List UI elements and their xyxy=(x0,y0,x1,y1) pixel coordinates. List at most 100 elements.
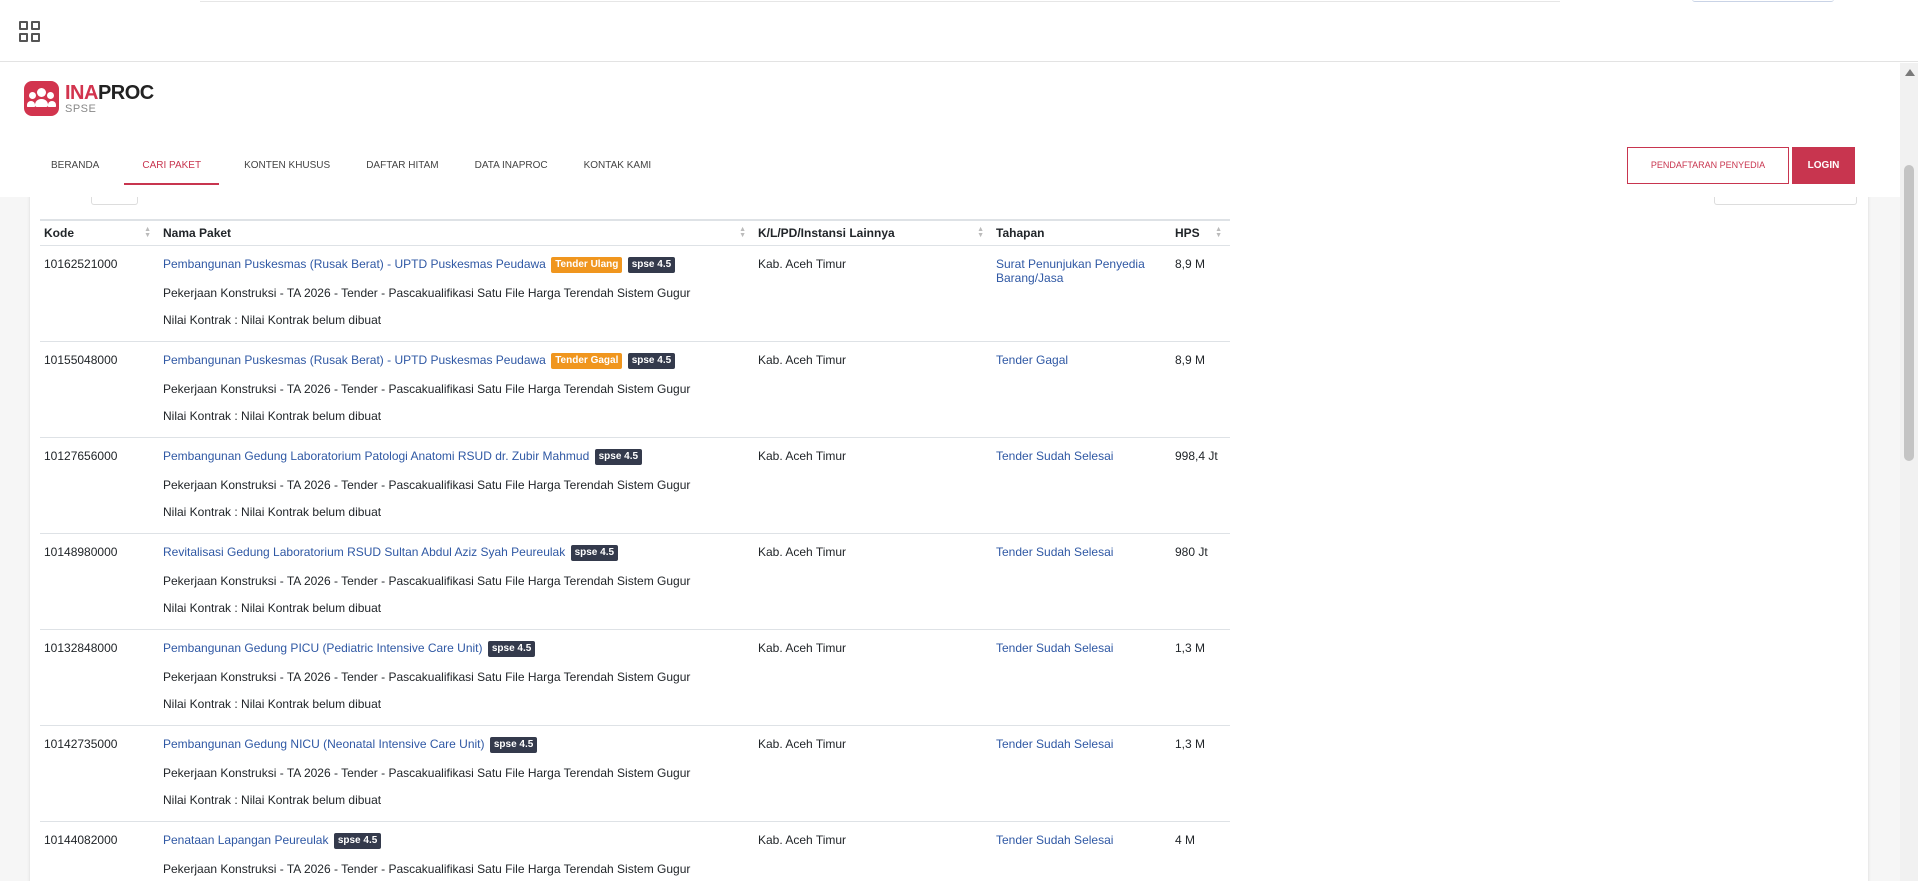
contract-value: Nilai Kontrak : Nilai Kontrak belum dibu… xyxy=(163,696,382,711)
version-badge: spse 4.5 xyxy=(594,448,643,465)
top-search-bar[interactable] xyxy=(200,0,1560,2)
cell-nama-paket: Pembangunan Puskesmas (Rusak Berat) - UP… xyxy=(159,245,754,342)
scroll-up-arrow-icon[interactable] xyxy=(1905,69,1915,76)
cell-hps: 8,9 M xyxy=(1171,245,1230,342)
cell-hps: 1,3 M xyxy=(1171,725,1230,822)
stage-link[interactable]: Tender Sudah Selesai xyxy=(996,545,1113,559)
cell-kode: 10127656000 xyxy=(40,437,159,534)
cell-kode: 10144082000 xyxy=(40,821,159,881)
contract-value: Nilai Kontrak : Nilai Kontrak belum dibu… xyxy=(163,504,382,519)
cell-hps: 4 M xyxy=(1171,821,1230,881)
version-badge: spse 4.5 xyxy=(487,640,536,657)
table-row: 10142735000 Pembangunan Gedung NICU (Neon… xyxy=(40,725,1230,822)
sort-icon: ▲ ▼ xyxy=(977,226,984,239)
logo-subtitle: SPSE xyxy=(65,102,97,115)
package-detail: Pekerjaan Konstruksi - TA 2026 - Tender … xyxy=(163,477,691,492)
cell-hps: 8,9 M xyxy=(1171,341,1230,438)
nav-beranda[interactable]: BERANDA xyxy=(40,148,110,185)
package-name-link[interactable]: Pembangunan Gedung NICU (Neonatal Intens… xyxy=(163,737,485,751)
header-nama-paket[interactable]: Nama Paket ▲ ▼ xyxy=(159,219,754,246)
table-row: 10148980000 Revitalisasi Gedung Laborator… xyxy=(40,533,1230,630)
cell-nama-paket: Penataan Lapangan Peureulak spse 4.5 Peke… xyxy=(159,821,754,881)
scroll-thumb[interactable] xyxy=(1904,165,1914,461)
cell-nama-paket: Pembangunan Puskesmas (Rusak Berat) - UP… xyxy=(159,341,754,438)
stage-link[interactable]: Tender Sudah Selesai xyxy=(996,833,1113,847)
nav-kontak-kami[interactable]: KONTAK KAMI xyxy=(573,148,663,185)
sort-icon: ▲ ▼ xyxy=(144,226,151,239)
status-badge: Tender Gagal xyxy=(551,352,623,369)
apps-grid-icon[interactable] xyxy=(19,21,41,43)
status-badge: Tender Ulang xyxy=(551,256,623,273)
table-row: 10132848000 Pembangunan Gedung PICU (Pedi… xyxy=(40,629,1230,726)
package-detail: Pekerjaan Konstruksi - TA 2026 - Tender … xyxy=(163,765,691,780)
main-nav: BERANDA CARI PAKET KONTEN KHUSUS DAFTAR … xyxy=(40,148,676,185)
header-tahapan-label: Tahapan xyxy=(996,225,1045,240)
cell-tahapan: Tender Sudah Selesai xyxy=(992,821,1171,881)
cell-instansi: Kab. Aceh Timur xyxy=(754,821,992,881)
nav-konten-khusus[interactable]: KONTEN KHUSUS xyxy=(233,148,341,185)
header-hps[interactable]: HPS ▲ ▼ xyxy=(1171,219,1230,246)
stage-link[interactable]: Tender Sudah Selesai xyxy=(996,449,1113,463)
login-button[interactable]: LOGIN xyxy=(1792,147,1855,184)
cell-tahapan: Tender Sudah Selesai xyxy=(992,725,1171,822)
cell-nama-paket: Pembangunan Gedung PICU (Pediatric Inten… xyxy=(159,629,754,726)
header-instansi-label: K/L/PD/Instansi Lainnya xyxy=(758,225,895,240)
cell-hps: 1,3 M xyxy=(1171,629,1230,726)
cell-instansi: Kab. Aceh Timur xyxy=(754,437,992,534)
package-detail: Pekerjaan Konstruksi - TA 2026 - Tender … xyxy=(163,285,691,300)
cell-tahapan: Tender Sudah Selesai xyxy=(992,629,1171,726)
table-row: 10127656000 Pembangunan Gedung Laboratori… xyxy=(40,437,1230,534)
cell-tahapan: Tender Sudah Selesai xyxy=(992,533,1171,630)
contract-value: Nilai Kontrak : Nilai Kontrak belum dibu… xyxy=(163,600,382,615)
inaproc-logo[interactable]: INAPROC SPSE xyxy=(24,81,154,116)
stage-link[interactable]: Tender Sudah Selesai xyxy=(996,641,1113,655)
cell-tahapan: Tender Gagal xyxy=(992,341,1171,438)
package-name-link[interactable]: Revitalisasi Gedung Laboratorium RSUD Su… xyxy=(163,545,565,559)
vertical-scrollbar[interactable] xyxy=(1900,63,1918,881)
site-header: INAPROC SPSE BERANDA CARI PAKET KONTEN K… xyxy=(0,63,1900,197)
header-hps-label: HPS xyxy=(1175,225,1200,240)
logo-text: INAPROC SPSE xyxy=(65,83,154,115)
version-badge: spse 4.5 xyxy=(489,736,538,753)
package-name-link[interactable]: Pembangunan Gedung Laboratorium Patologi… xyxy=(163,449,589,463)
package-name-link[interactable]: Pembangunan Puskesmas (Rusak Berat) - UP… xyxy=(163,257,546,271)
header-instansi[interactable]: K/L/PD/Instansi Lainnya ▲ ▼ xyxy=(754,219,992,246)
package-detail: Pekerjaan Konstruksi - TA 2026 - Tender … xyxy=(163,861,691,876)
header-tahapan[interactable]: Tahapan xyxy=(992,219,1171,246)
package-table: Kode ▲ ▼ Nama Paket ▲ ▼ K/L/PD/Instansi Lain… xyxy=(40,219,1230,881)
register-vendor-button[interactable]: PENDAFTARAN PENYEDIA xyxy=(1627,147,1789,184)
logo-brand-suffix: PROC xyxy=(97,81,154,104)
package-detail: Pekerjaan Konstruksi - TA 2026 - Tender … xyxy=(163,669,691,684)
version-badge: spse 4.5 xyxy=(627,256,676,273)
table-row: 10162521000 Pembangunan Puskesmas (Rusak … xyxy=(40,245,1230,342)
nav-cari-paket[interactable]: CARI PAKET xyxy=(124,148,220,185)
cell-tahapan: Surat Penunjukan Penyedia Barang/Jasa xyxy=(992,245,1171,342)
package-name-link[interactable]: Pembangunan Gedung PICU (Pediatric Inten… xyxy=(163,641,483,655)
package-detail: Pekerjaan Konstruksi - TA 2026 - Tender … xyxy=(163,573,691,588)
cell-kode: 10162521000 xyxy=(40,245,159,342)
stage-link[interactable]: Tender Sudah Selesai xyxy=(996,737,1113,751)
header-kode-label: Kode xyxy=(44,225,74,240)
stage-link[interactable]: Tender Gagal xyxy=(996,353,1068,367)
app-bar xyxy=(0,0,1918,62)
package-name-link[interactable]: Pembangunan Puskesmas (Rusak Berat) - UP… xyxy=(163,353,546,367)
stage-link[interactable]: Surat Penunjukan Penyedia Barang/Jasa xyxy=(996,257,1145,285)
cell-instansi: Kab. Aceh Timur xyxy=(754,245,992,342)
table-header-row: Kode ▲ ▼ Nama Paket ▲ ▼ K/L/PD/Instansi Lain… xyxy=(40,219,1230,246)
contract-value: Nilai Kontrak : Nilai Kontrak belum dibu… xyxy=(163,792,382,807)
cell-kode: 10155048000 xyxy=(40,341,159,438)
header-kode[interactable]: Kode ▲ ▼ xyxy=(40,219,159,246)
version-badge: spse 4.5 xyxy=(570,544,619,561)
package-name-link[interactable]: Penataan Lapangan Peureulak xyxy=(163,833,328,847)
package-detail: Pekerjaan Konstruksi - TA 2026 - Tender … xyxy=(163,381,691,396)
cell-nama-paket: Revitalisasi Gedung Laboratorium RSUD Su… xyxy=(159,533,754,630)
cell-instansi: Kab. Aceh Timur xyxy=(754,725,992,822)
cell-hps: 980 Jt xyxy=(1171,533,1230,630)
cell-nama-paket: Pembangunan Gedung Laboratorium Patologi… xyxy=(159,437,754,534)
cell-kode: 10142735000 xyxy=(40,725,159,822)
cell-instansi: Kab. Aceh Timur xyxy=(754,629,992,726)
version-badge: spse 4.5 xyxy=(333,832,382,849)
top-action-button[interactable] xyxy=(1692,0,1834,2)
nav-daftar-hitam[interactable]: DAFTAR HITAM xyxy=(355,148,449,185)
nav-data-inaproc[interactable]: DATA INAPROC xyxy=(464,148,559,185)
